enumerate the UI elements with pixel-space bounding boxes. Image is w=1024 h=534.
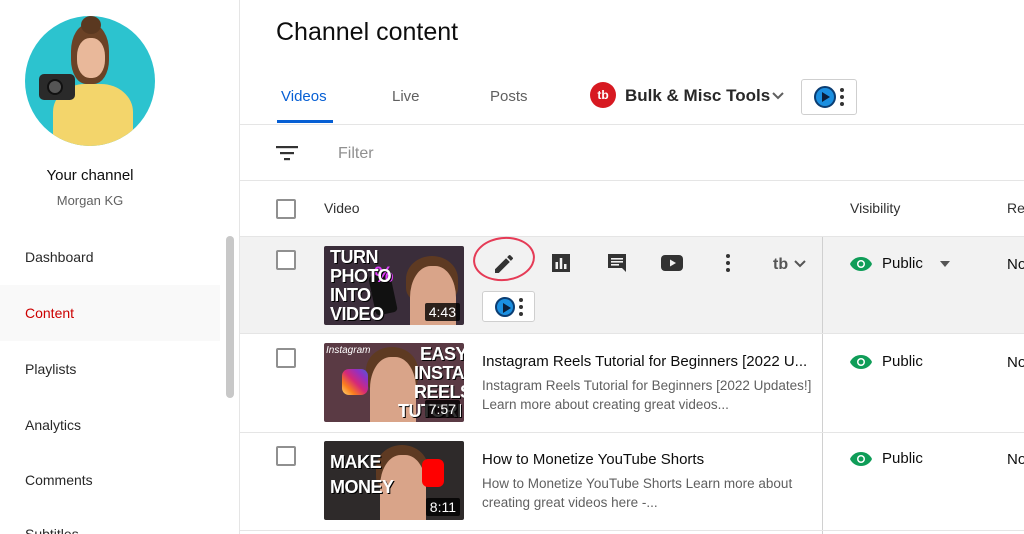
eye-icon bbox=[850, 451, 872, 466]
analytics-icon[interactable] bbox=[549, 251, 573, 275]
video-description: How to Monetize YouTube Shorts Learn mor… bbox=[482, 476, 793, 510]
sidebar-item-content[interactable]: Content bbox=[0, 285, 220, 341]
thumbnail-text: Instagram bbox=[326, 345, 371, 356]
row-divider bbox=[240, 432, 1024, 433]
video-duration: 7:57 bbox=[424, 400, 460, 418]
column-divider bbox=[822, 433, 823, 534]
tab-posts[interactable]: Posts bbox=[490, 88, 528, 105]
row-divider bbox=[240, 333, 1024, 334]
tabs-divider bbox=[240, 124, 1024, 125]
sidebar-scrollbar[interactable] bbox=[226, 236, 234, 398]
column-header-restrictions[interactable]: Re bbox=[1007, 200, 1024, 216]
row-checkbox[interactable] bbox=[276, 446, 296, 466]
column-divider bbox=[822, 334, 823, 432]
sidebar-item-subtitles[interactable]: Subtitles bbox=[0, 508, 220, 534]
sidebar-item-dashboard[interactable]: Dashboard bbox=[0, 229, 220, 285]
comments-icon[interactable] bbox=[605, 251, 629, 275]
extension-logo-icon bbox=[814, 86, 836, 108]
video-duration: 4:43 bbox=[424, 303, 460, 321]
column-header-visibility[interactable]: Visibility bbox=[850, 200, 900, 216]
extension-menu-button[interactable] bbox=[801, 79, 857, 115]
youtube-play-icon[interactable] bbox=[660, 251, 684, 275]
sidebar-item-analytics[interactable]: Analytics bbox=[0, 397, 220, 453]
bulk-tools-label[interactable]: Bulk & Misc Tools bbox=[625, 86, 770, 106]
caret-down-icon[interactable] bbox=[940, 261, 950, 267]
sidebar-item-comments[interactable]: Comments bbox=[0, 452, 220, 508]
svg-text:tb: tb bbox=[773, 256, 788, 273]
channel-title: Your channel bbox=[46, 167, 134, 184]
visibility-status: Public bbox=[850, 353, 923, 370]
video-title[interactable]: How to Monetize YouTube Shorts bbox=[482, 451, 812, 468]
select-all-checkbox[interactable] bbox=[276, 199, 296, 219]
chevron-down-icon[interactable] bbox=[770, 88, 786, 104]
tubebuddy-menu-icon[interactable]: tb bbox=[773, 252, 813, 276]
channel-name: Morgan KG bbox=[56, 193, 124, 208]
restrictions-value: No bbox=[1007, 451, 1024, 468]
video-description: Instagram Reels Tutorial for Beginners [… bbox=[482, 378, 812, 412]
visibility-dropdown[interactable]: Public bbox=[850, 255, 923, 272]
page-title: Channel content bbox=[276, 18, 459, 46]
restrictions-value: No bbox=[1007, 354, 1024, 371]
visibility-label: Public bbox=[882, 255, 923, 272]
eye-icon bbox=[850, 354, 872, 369]
tab-live[interactable]: Live bbox=[392, 88, 420, 105]
filter-divider bbox=[240, 180, 1024, 181]
thumbnail-text: MAKE bbox=[330, 452, 382, 472]
filter-input[interactable]: Filter bbox=[338, 145, 374, 163]
sidebar: Your channel Morgan KG Dashboard Content… bbox=[0, 0, 240, 534]
more-vert-icon bbox=[518, 297, 523, 316]
column-header-video[interactable]: Video bbox=[324, 200, 360, 216]
thumbnail-text: INSTA bbox=[414, 363, 464, 383]
row-checkbox[interactable] bbox=[276, 250, 296, 270]
filter-icon[interactable] bbox=[276, 144, 298, 162]
video-title[interactable]: Instagram Reels Tutorial for Beginners [… bbox=[482, 353, 812, 370]
more-options-icon[interactable] bbox=[716, 251, 740, 275]
thumbnail-text: TURN bbox=[330, 247, 379, 267]
thumbnail-text: MONEY bbox=[330, 477, 394, 497]
thumbnail-text: PHOTO bbox=[330, 266, 392, 286]
more-vert-icon bbox=[840, 88, 844, 106]
thumbnail-text: INTO bbox=[330, 285, 371, 305]
thumbnail-text: VIDEO bbox=[330, 304, 384, 324]
row-checkbox[interactable] bbox=[276, 348, 296, 368]
video-duration: 8:11 bbox=[425, 498, 460, 516]
main-content: Channel content Videos Live Posts tb Bul… bbox=[240, 0, 1024, 534]
active-tab-indicator bbox=[277, 120, 333, 123]
visibility-status: Public bbox=[850, 450, 923, 467]
tubebuddy-logo-icon: tb bbox=[590, 82, 616, 108]
column-divider bbox=[822, 237, 823, 333]
tab-videos[interactable]: Videos bbox=[281, 88, 327, 105]
extension-logo-icon bbox=[494, 296, 515, 317]
visibility-label: Public bbox=[882, 353, 923, 370]
row-divider bbox=[240, 530, 1024, 531]
row-extension-button[interactable] bbox=[482, 291, 535, 322]
video-thumbnail[interactable]: Instagram EASY INSTA REELS TUTORI 7:57 bbox=[324, 343, 464, 422]
video-thumbnail[interactable]: MAKE MONEY 8:11 bbox=[324, 441, 464, 520]
thumbnail-text: EASY bbox=[420, 344, 464, 364]
video-thumbnail[interactable]: % TURN PHOTO INTO VIDEO 4:43 bbox=[324, 246, 464, 325]
visibility-label: Public bbox=[882, 450, 923, 467]
channel-avatar[interactable] bbox=[25, 16, 155, 146]
sidebar-item-playlists[interactable]: Playlists bbox=[0, 341, 220, 397]
eye-icon bbox=[850, 256, 872, 271]
restrictions-value: No bbox=[1007, 256, 1024, 273]
